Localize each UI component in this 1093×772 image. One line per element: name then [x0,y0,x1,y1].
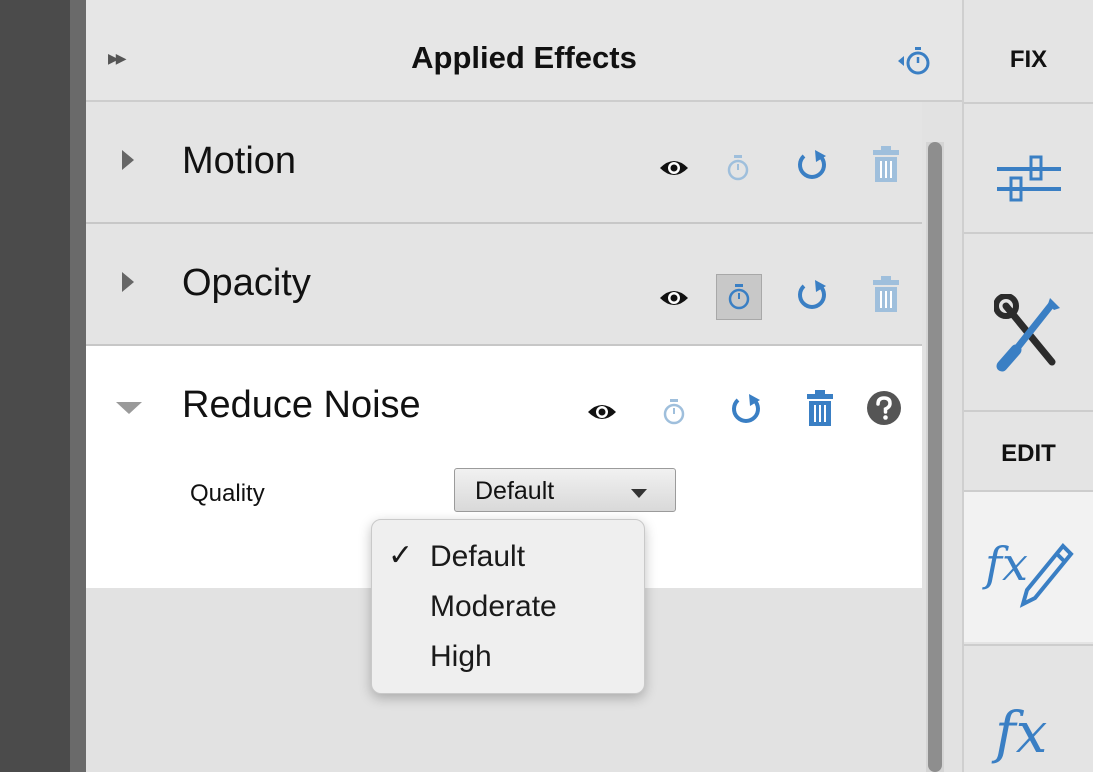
divider [964,644,1093,646]
right-tool-column: FIX EDIT fx fx [962,0,1093,772]
menu-option-high[interactable]: High [430,640,492,674]
quality-label: Quality [190,480,265,507]
reset-icon[interactable] [790,144,834,188]
checkmark-icon: ✓ [388,539,414,572]
quality-options-menu: ✓ Default Moderate High [371,519,645,694]
fx-edit-icon[interactable]: fx [964,492,1093,642]
svg-text:fx: fx [991,701,1047,764]
menu-option-moderate[interactable]: Moderate [430,590,557,624]
stopwatch-icon[interactable] [652,390,696,434]
stopwatch-icon[interactable] [716,274,762,320]
svg-text:fx: fx [982,537,1028,591]
effect-row-motion[interactable]: Motion [86,102,922,224]
expand-triangle-icon[interactable] [122,150,134,170]
chevron-down-icon [631,489,647,498]
help-icon[interactable] [862,386,906,430]
scrollbar-thumb[interactable] [928,142,942,772]
fix-section-label: FIX [1009,46,1048,73]
panel-title: Applied Effects [411,40,637,75]
menu-option-default[interactable]: Default [430,540,525,574]
eye-icon[interactable] [580,390,624,434]
sliders-icon[interactable] [964,134,1093,224]
divider [964,102,1093,104]
quality-dropdown-value: Default [475,477,555,505]
effect-name: Opacity [182,262,311,304]
stopwatch-icon[interactable] [716,146,760,190]
effect-name: Motion [182,140,297,182]
reset-icon[interactable] [724,388,768,432]
trash-icon[interactable] [864,142,908,186]
effect-name: Reduce Noise [182,384,421,426]
reset-icon[interactable] [790,274,834,318]
quality-dropdown[interactable]: Default [454,468,676,512]
collapse-triangle-icon[interactable] [116,402,142,414]
divider [964,410,1093,412]
divider [964,232,1093,234]
eye-icon[interactable] [652,146,696,190]
panel-header: ▶▶ Applied Effects [86,0,962,102]
wrench-screwdriver-icon[interactable] [964,284,1093,384]
header-stopwatch-icon[interactable] [894,44,930,78]
edit-section-label: EDIT [1001,440,1056,467]
effect-row-reduce-noise[interactable]: Reduce Noise [86,346,922,468]
expand-triangle-icon[interactable] [122,272,134,292]
panel-left-edge [70,0,86,772]
trash-icon[interactable] [798,386,842,430]
trash-icon[interactable] [864,272,908,316]
effect-row-opacity[interactable]: Opacity [86,224,922,346]
left-strip [0,0,70,772]
fx-icon[interactable]: fx [964,676,1093,772]
eye-icon[interactable] [652,276,696,320]
